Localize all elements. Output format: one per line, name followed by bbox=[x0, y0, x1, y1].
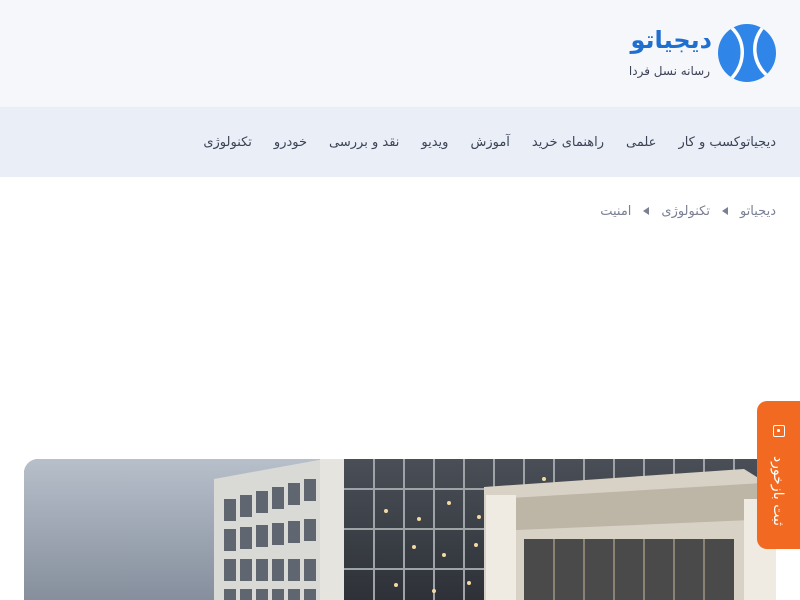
breadcrumb-item-technology[interactable]: تکنولوژی bbox=[661, 204, 710, 219]
feedback-label: ثبت بازخورد bbox=[770, 455, 786, 527]
nav-item-business[interactable]: کسب و کار bbox=[678, 135, 740, 150]
feedback-icon bbox=[773, 425, 785, 437]
nav-item-tutorial[interactable]: آموزش bbox=[470, 135, 509, 150]
feedback-button[interactable]: ثبت بازخورد bbox=[757, 401, 800, 549]
nav-item-car[interactable]: خودرو bbox=[274, 135, 307, 150]
nav-item-buying-guide[interactable]: راهنمای خرید bbox=[532, 135, 604, 150]
breadcrumb: دیجیاتو تکنولوژی امنیت bbox=[600, 200, 776, 222]
breadcrumb-item-security[interactable]: امنیت bbox=[600, 204, 631, 219]
nav-item-digiato[interactable]: دیجیاتو bbox=[740, 135, 776, 150]
nav-item-review[interactable]: نقد و بررسی bbox=[329, 135, 399, 150]
site-header: دیجیاتو رسانه نسل فردا bbox=[0, 0, 800, 107]
tennis-ball-logo-icon[interactable] bbox=[718, 24, 776, 82]
nav-item-video[interactable]: ویدیو bbox=[421, 135, 448, 150]
brand-name[interactable]: دیجیاتو bbox=[631, 26, 713, 54]
caret-left-icon bbox=[721, 207, 728, 215]
article-hero-image bbox=[24, 459, 776, 600]
caret-left-icon bbox=[643, 207, 650, 215]
breadcrumb-item-home[interactable]: دیجیاتو bbox=[740, 204, 776, 219]
nav-item-science[interactable]: علمی bbox=[626, 135, 656, 150]
brand-tagline: رسانه نسل فردا bbox=[628, 64, 710, 78]
nav-item-technology[interactable]: تکنولوژی bbox=[203, 135, 252, 150]
main-nav: تکنولوژی خودرو نقد و بررسی ویدیو آموزش ر… bbox=[0, 107, 800, 177]
